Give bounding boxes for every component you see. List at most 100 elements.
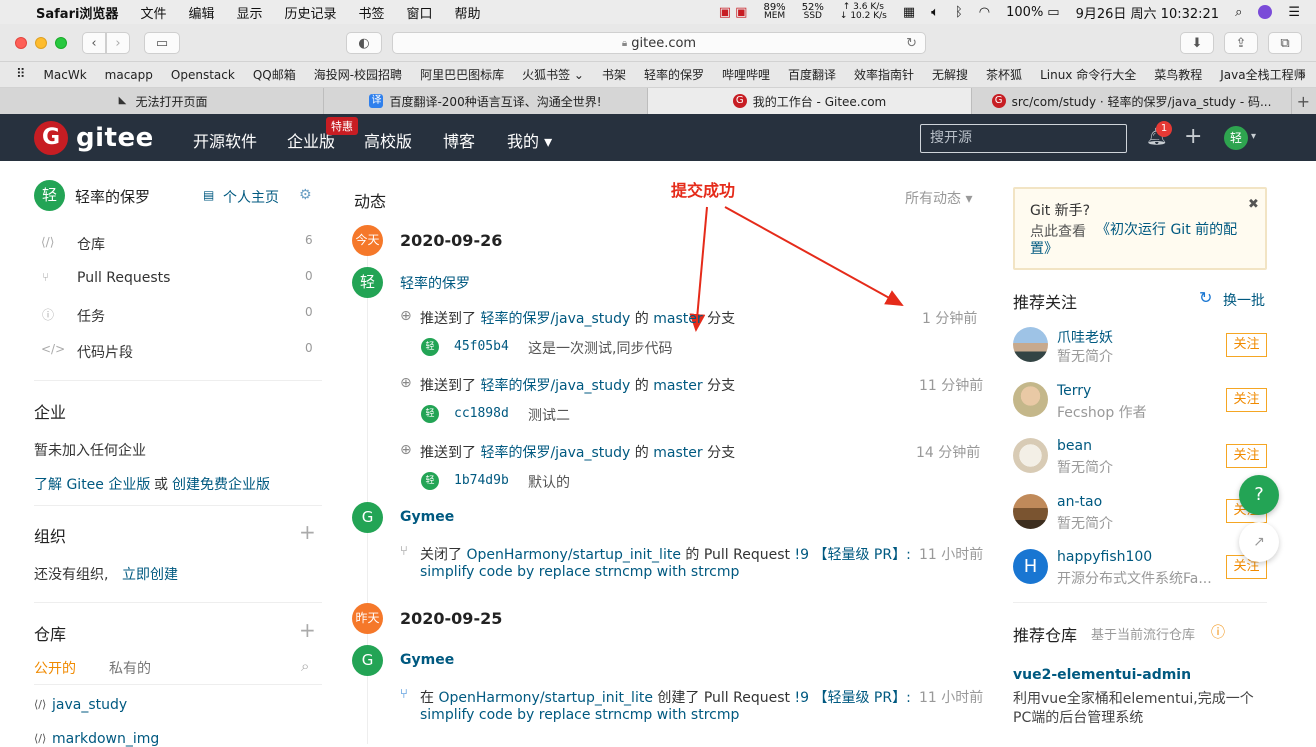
menu-help[interactable]: 帮助 — [455, 3, 481, 22]
event-user[interactable]: Gymee — [400, 652, 454, 668]
avatar[interactable] — [1013, 438, 1048, 473]
bookmarks-grid-icon[interactable]: ⠿ — [16, 67, 26, 82]
repo-link[interactable]: OpenHarmony/startup_init_lite — [438, 690, 652, 706]
bookmark-item[interactable]: 效率指南针 — [854, 66, 914, 83]
avatar[interactable] — [1013, 327, 1048, 362]
stat-label-issues[interactable]: 任务 — [77, 306, 105, 326]
commit-hash[interactable]: cc1898d — [454, 406, 509, 421]
bookmark-item[interactable]: 百度翻译 — [788, 66, 836, 83]
repo-tab-private[interactable]: 私有的 — [109, 658, 151, 678]
stat-label-snippets[interactable]: 代码片段 — [77, 342, 133, 362]
privacy-shield-icon[interactable]: ◐ — [346, 32, 382, 54]
repo-link[interactable]: 轻率的保罗/java_study — [480, 378, 630, 394]
menu-edit[interactable]: 编辑 — [188, 3, 214, 22]
nav-blog[interactable]: 博客 — [443, 128, 475, 152]
refresh-link[interactable]: 换一批 — [1223, 290, 1265, 310]
recommend-user-name[interactable]: bean — [1057, 438, 1092, 454]
event-avatar[interactable]: G — [352, 502, 383, 533]
bookmarks-overflow-icon[interactable]: » — [1299, 68, 1306, 82]
repo-search-icon[interactable]: ⌕ — [301, 657, 309, 675]
event-avatar[interactable]: 轻 — [352, 267, 383, 298]
nav-education[interactable]: 高校版 — [364, 128, 412, 152]
tip-link[interactable]: 《初次运行 Git 前的配置》 — [1030, 221, 1252, 259]
event-avatar[interactable]: G — [352, 645, 383, 676]
pr-description[interactable]: simplify code by replace strncmp with st… — [420, 707, 739, 723]
bluetooth-icon[interactable]: ᛒ — [955, 5, 963, 20]
commit-hash[interactable]: 45f05b4 — [454, 339, 509, 354]
close-window-button[interactable] — [15, 37, 27, 49]
reload-icon[interactable]: ↻ — [906, 36, 917, 51]
sidebar-toggle-icon[interactable]: ▭ — [144, 32, 180, 54]
minimize-window-button[interactable] — [35, 37, 47, 49]
bookmark-item[interactable]: macapp — [105, 68, 153, 82]
recommend-user-name[interactable]: 爪哇老妖 — [1057, 327, 1113, 347]
avatar[interactable]: H — [1013, 549, 1048, 584]
enterprise-create-link[interactable]: 创建免费企业版 — [172, 474, 270, 494]
bookmark-item[interactable]: 海投网-校园招聘 — [314, 66, 402, 83]
browser-tab-active[interactable]: G 我的工作台 - Gitee.com — [648, 88, 972, 114]
repo-link[interactable]: java_study — [52, 697, 127, 713]
help-button[interactable]: ? — [1239, 475, 1279, 515]
menu-view[interactable]: 显示 — [236, 3, 262, 22]
feedback-icon[interactable]: ↗ — [1239, 522, 1279, 562]
browser-tab[interactable]: 译百度翻译-200种语言互译、沟通全世界! — [324, 88, 648, 114]
browser-tab[interactable]: ◣ 无法打开页面 — [0, 88, 324, 114]
volume-icon[interactable]: 🔈︎ — [931, 5, 939, 20]
sidebar-avatar[interactable]: 轻 — [34, 180, 65, 211]
event-user[interactable]: Gymee — [400, 509, 454, 525]
browser-tab[interactable]: Gsrc/com/study · 轻率的保罗/java_study - 码... — [972, 88, 1292, 114]
repo-link[interactable]: 轻率的保罗/java_study — [480, 445, 630, 461]
search-input[interactable]: 搜开源 — [920, 124, 1127, 153]
bookmark-item[interactable]: MacWk — [44, 68, 87, 82]
recommend-user-name[interactable]: Terry — [1057, 383, 1091, 399]
tabs-overview-icon[interactable]: ⧉ — [1268, 32, 1302, 54]
follow-button[interactable]: 关注 — [1226, 444, 1267, 468]
bookmark-item[interactable]: 轻率的保罗 — [644, 66, 704, 83]
pr-tag[interactable]: 【轻量级 PR】: — [813, 690, 910, 706]
plus-icon[interactable]: + — [1184, 124, 1202, 149]
nav-mine[interactable]: 我的 ▾ — [507, 128, 552, 152]
bookmark-item[interactable]: 无解搜 — [932, 66, 968, 83]
branch-link[interactable]: master — [653, 378, 702, 394]
repo-link[interactable]: markdown_img — [52, 731, 159, 747]
org-add-icon[interactable]: + — [299, 520, 316, 544]
enterprise-learn-link[interactable]: 了解 Gitee 企业版 — [34, 474, 150, 494]
avatar[interactable] — [1013, 382, 1048, 417]
commit-hash[interactable]: 1b74d9b — [454, 473, 509, 488]
clock[interactable]: 9月26日 周六 10:32:21 — [1076, 3, 1219, 22]
close-icon[interactable]: ✖ — [1248, 197, 1259, 212]
gear-icon[interactable]: ⚙ — [299, 187, 312, 203]
refresh-icon[interactable]: ↻ — [1199, 288, 1212, 307]
downloads-icon[interactable]: ⬇ — [1180, 32, 1214, 54]
control-center-icon[interactable]: ☰ — [1288, 5, 1300, 20]
chevron-down-icon[interactable]: ▾ — [1251, 131, 1256, 142]
recommend-repo-name[interactable]: vue2-elementui-admin — [1013, 667, 1191, 683]
bookmark-item[interactable]: 茶杯狐 — [986, 66, 1022, 83]
app-menu[interactable]: Safari浏览器 — [36, 3, 118, 22]
forward-button[interactable]: › — [106, 32, 130, 54]
follow-button[interactable]: 关注 — [1226, 388, 1267, 412]
avatar[interactable] — [1013, 494, 1048, 529]
pr-tag[interactable]: 【轻量级 PR】: — [813, 547, 910, 563]
recommend-user-name[interactable]: an-tao — [1057, 494, 1102, 510]
app-status-icons[interactable]: ▣ ▣ — [719, 5, 748, 20]
branch-link[interactable]: master — [653, 445, 702, 461]
new-tab-icon[interactable]: + — [1297, 92, 1310, 111]
branch-link[interactable]: master — [653, 311, 702, 327]
bookmark-item[interactable]: 阿里巴巴图标库 — [420, 66, 504, 83]
pr-number[interactable]: !9 — [794, 547, 809, 563]
user-avatar[interactable]: 轻 — [1224, 126, 1248, 150]
gitee-logo[interactable]: G gitee — [34, 121, 154, 155]
battery-icon[interactable]: ▭ — [1047, 5, 1059, 20]
zoom-window-button[interactable] — [55, 37, 67, 49]
homepage-link[interactable]: 个人主页 — [223, 187, 279, 207]
bookmark-item[interactable]: QQ邮箱 — [253, 66, 296, 83]
menu-file[interactable]: 文件 — [140, 3, 166, 22]
wifi-icon[interactable]: ◠ — [979, 5, 990, 20]
recommend-user-name[interactable]: happyfish100 — [1057, 549, 1152, 565]
nav-opensource[interactable]: 开源软件 — [193, 128, 257, 152]
question-icon[interactable]: ⓘ — [1211, 622, 1225, 642]
menu-history[interactable]: 历史记录 — [284, 3, 336, 22]
follow-button[interactable]: 关注 — [1226, 333, 1267, 357]
back-button[interactable]: ‹ — [82, 32, 106, 54]
